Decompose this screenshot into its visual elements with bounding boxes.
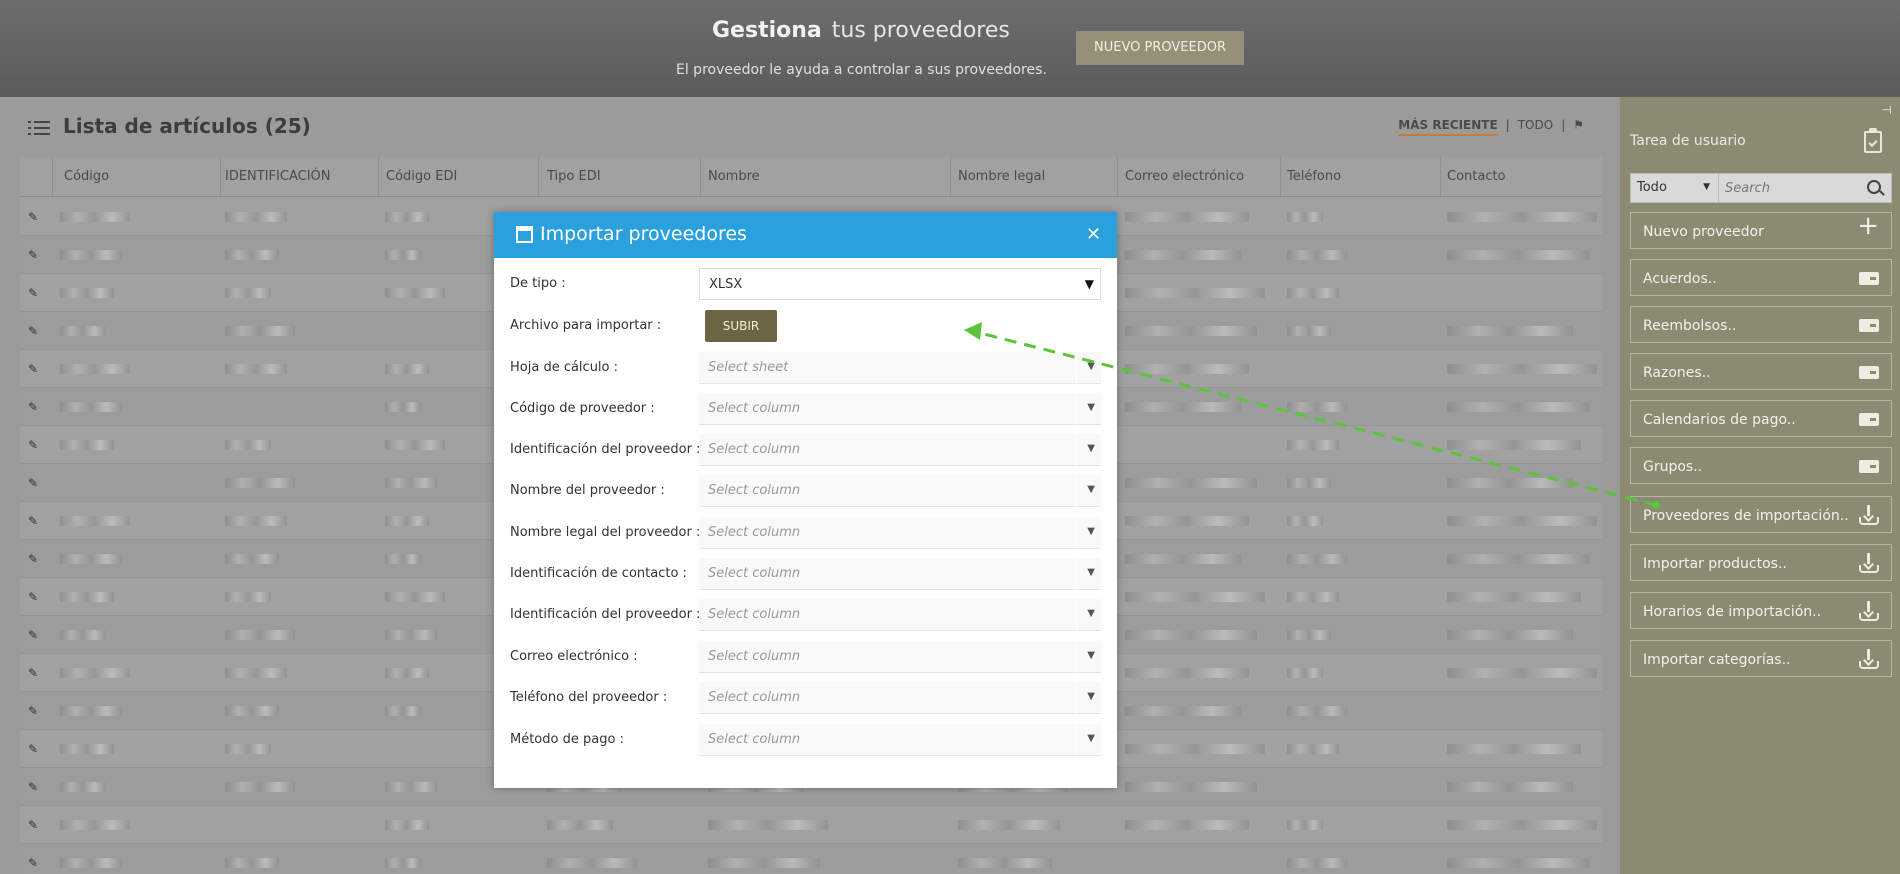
annotation-arrow [964,322,1660,509]
